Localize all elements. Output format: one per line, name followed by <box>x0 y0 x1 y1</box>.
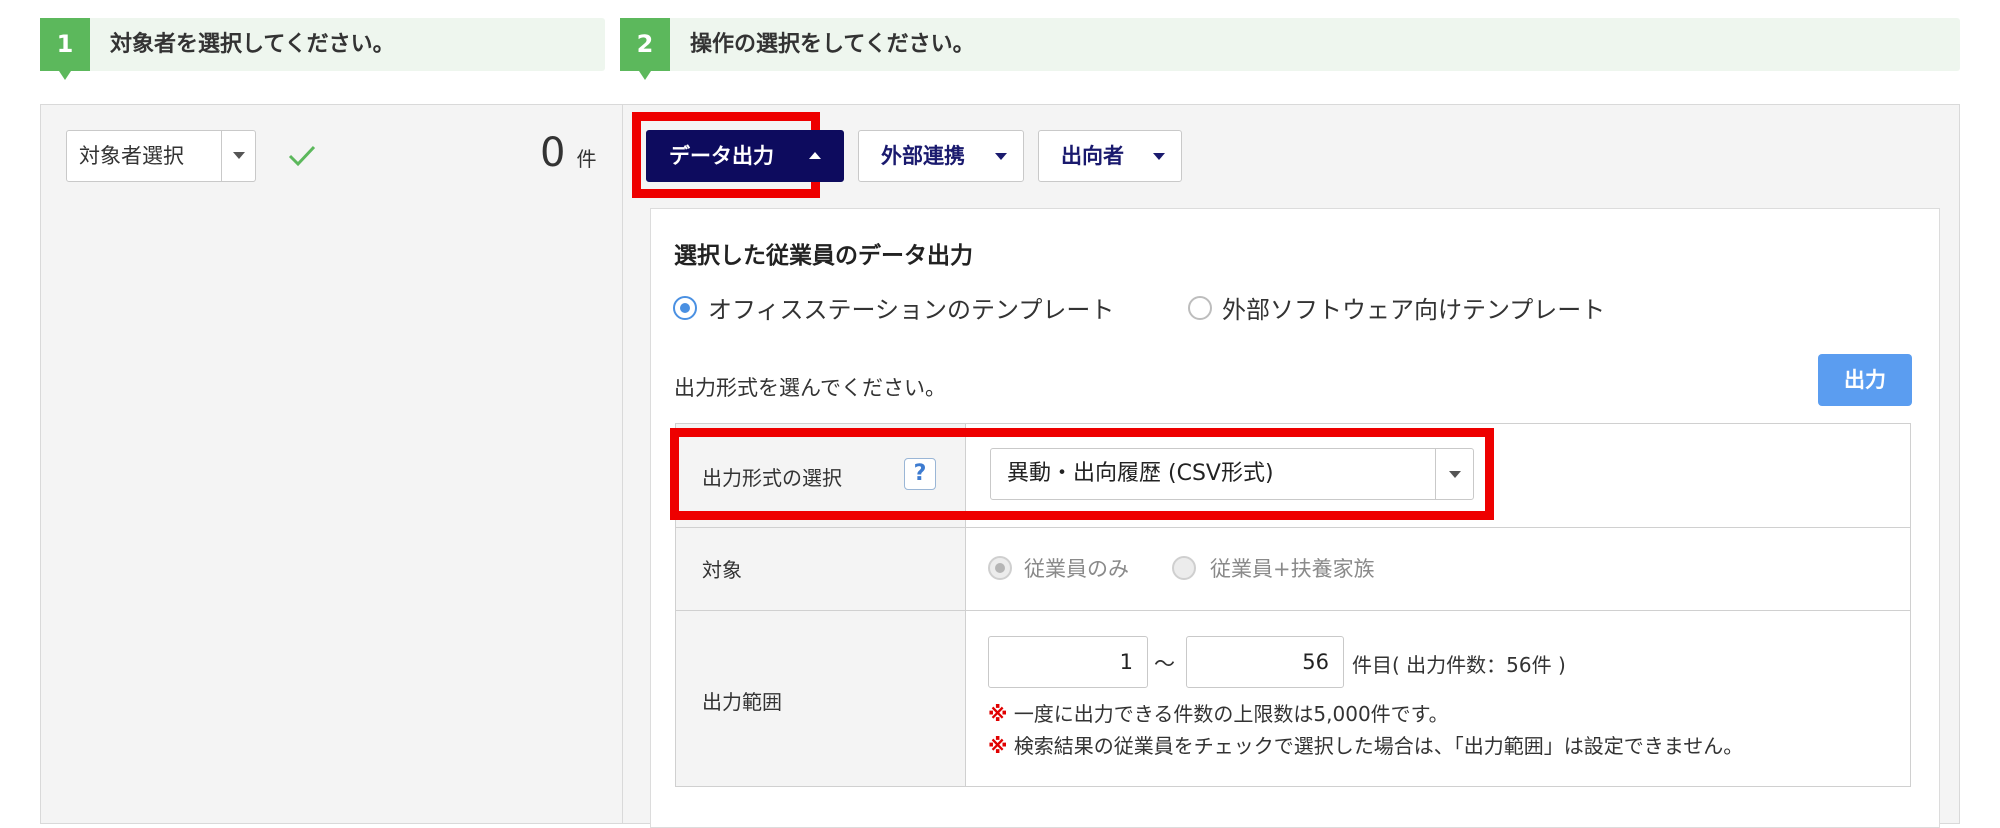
radio-template-os[interactable] <box>673 296 697 320</box>
step2-label: 操作の選択をしてください。 <box>690 32 975 57</box>
highlight-box-format <box>670 428 1494 520</box>
target-row-label: 対象 <box>702 558 742 582</box>
range-to-input[interactable]: 56 <box>1186 636 1344 688</box>
format-prompt: 出力形式を選んでください。 <box>674 376 946 400</box>
range-note-2-text: 検索結果の従業員をチェックで選択した場合は、「出力範囲」は設定できません。 <box>1013 734 1744 758</box>
tab-data-output[interactable]: データ出力 <box>646 130 844 182</box>
tab-secondment-label: 出向者 <box>1061 144 1124 168</box>
chevron-down-icon <box>233 152 245 159</box>
selected-count: 0 件 <box>540 130 597 186</box>
range-note-2: ※ 検索結果の従業員をチェックで選択した場合は、「出力範囲」は設定できません。 <box>988 730 1743 759</box>
range-note-1: ※ 一度に出力できる件数の上限数は5,000件です。 <box>988 698 1449 727</box>
note-mark: ※ <box>988 734 1008 758</box>
radio-template-os-label: オフィスステーションのテンプレート <box>708 296 1115 324</box>
radio-template-external[interactable] <box>1188 296 1212 320</box>
step2-number: 2 <box>620 18 670 80</box>
tab-external-link[interactable]: 外部連携 <box>858 130 1024 182</box>
note-mark: ※ <box>988 702 1008 726</box>
range-note-1-text: 一度に出力できる件数の上限数は5,000件です。 <box>1013 702 1449 726</box>
radio-template-external-label: 外部ソフトウェア向けテンプレート <box>1222 296 1606 324</box>
check-icon <box>288 145 316 167</box>
tab-data-output-label: データ出力 <box>669 144 774 168</box>
radio-target-employee-only[interactable] <box>988 556 1012 580</box>
caret-down-icon <box>1153 153 1165 160</box>
radio-target-employee-only-label: 従業員のみ <box>1024 557 1129 581</box>
left-panel <box>40 104 623 824</box>
step1-label: 対象者を選択してください。 <box>110 32 395 57</box>
export-card-title: 選択した従業員のデータ出力 <box>674 243 973 269</box>
tab-external-link-label: 外部連携 <box>881 144 965 168</box>
caret-up-icon <box>809 152 821 159</box>
step1-number: 1 <box>40 18 90 80</box>
range-suffix: 件目( 出力件数：56件 ) <box>1352 653 1566 677</box>
target-select[interactable]: 対象者選択 <box>66 130 256 182</box>
output-button[interactable]: 出力 <box>1818 354 1912 406</box>
range-separator: 〜 <box>1154 652 1175 676</box>
range-from-input[interactable]: 1 <box>988 636 1148 688</box>
radio-target-with-dependents[interactable] <box>1172 556 1196 580</box>
target-select-label: 対象者選択 <box>79 144 184 168</box>
range-row-label: 出力範囲 <box>702 690 782 714</box>
count-value: 0 <box>540 130 566 176</box>
caret-down-icon <box>995 153 1007 160</box>
count-unit: 件 <box>576 147 597 171</box>
tab-secondment[interactable]: 出向者 <box>1038 130 1182 182</box>
radio-target-with-dependents-label: 従業員+扶養家族 <box>1210 557 1375 581</box>
